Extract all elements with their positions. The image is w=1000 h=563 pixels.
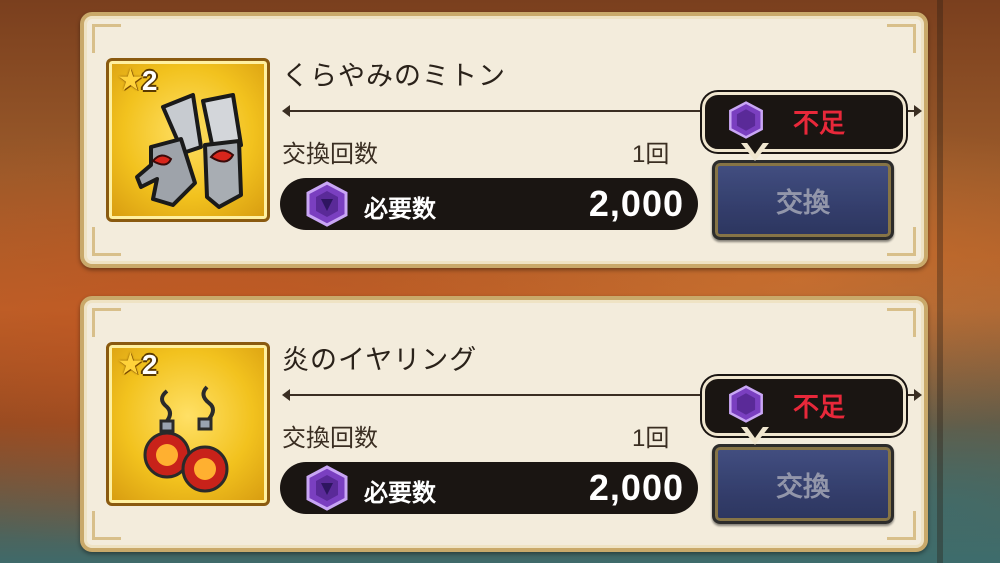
required-label: 必要数 — [364, 195, 436, 223]
scrollbar[interactable] — [937, 0, 943, 563]
required-value: 2,000 — [588, 467, 684, 508]
exchange-button-label: 交換 — [776, 471, 830, 503]
required-cost-pill: 必要数 2,000 — [280, 462, 698, 514]
corner-ornament — [887, 308, 916, 337]
purple-gem-icon — [306, 181, 348, 227]
corner-ornament — [92, 308, 121, 337]
exchange-count-label: 交換回数 — [282, 140, 378, 168]
exchange-card: ★ 2 くらやみのミトン 交換回数 1回 必要数 2,000 交換 不足 — [80, 12, 928, 268]
exchange-count-value: 1回 — [632, 425, 670, 452]
exchange-count-label: 交換回数 — [282, 424, 378, 452]
tooltip-tail — [741, 140, 769, 161]
required-value: 2,000 — [588, 183, 684, 224]
corner-ornament — [887, 24, 916, 53]
required-label: 必要数 — [364, 479, 436, 507]
item-name: くらやみのミトン — [282, 61, 506, 92]
corner-ornament — [92, 511, 121, 540]
shortage-text: 不足 — [793, 393, 846, 423]
item-icon-frame[interactable]: ★ 2 — [106, 342, 270, 506]
exchange-button[interactable]: 交換 — [712, 160, 894, 240]
shortage-text: 不足 — [793, 109, 846, 139]
exchange-button[interactable]: 交換 — [712, 444, 894, 524]
shortage-tooltip: 不足 — [702, 376, 906, 445]
earrings-icon — [143, 385, 229, 493]
exchange-button-label: 交換 — [776, 187, 830, 219]
item-icon-frame[interactable]: ★ 2 — [106, 58, 270, 222]
corner-ornament — [92, 227, 121, 256]
purple-gem-icon — [306, 465, 348, 511]
purple-gem-icon — [729, 385, 763, 423]
corner-ornament — [92, 24, 121, 53]
item-name: 炎のイヤリング — [282, 345, 478, 376]
exchange-count-value: 1回 — [632, 141, 670, 168]
gauntlets-icon — [135, 93, 243, 209]
purple-gem-icon — [729, 101, 763, 139]
shortage-tooltip: 不足 — [702, 92, 906, 161]
exchange-card: ★ 2 炎のイヤリング 交換回数 1回 必要数 2,000 交換 不足 — [80, 296, 928, 552]
tooltip-tail — [741, 424, 769, 445]
required-cost-pill: 必要数 2,000 — [280, 178, 698, 230]
